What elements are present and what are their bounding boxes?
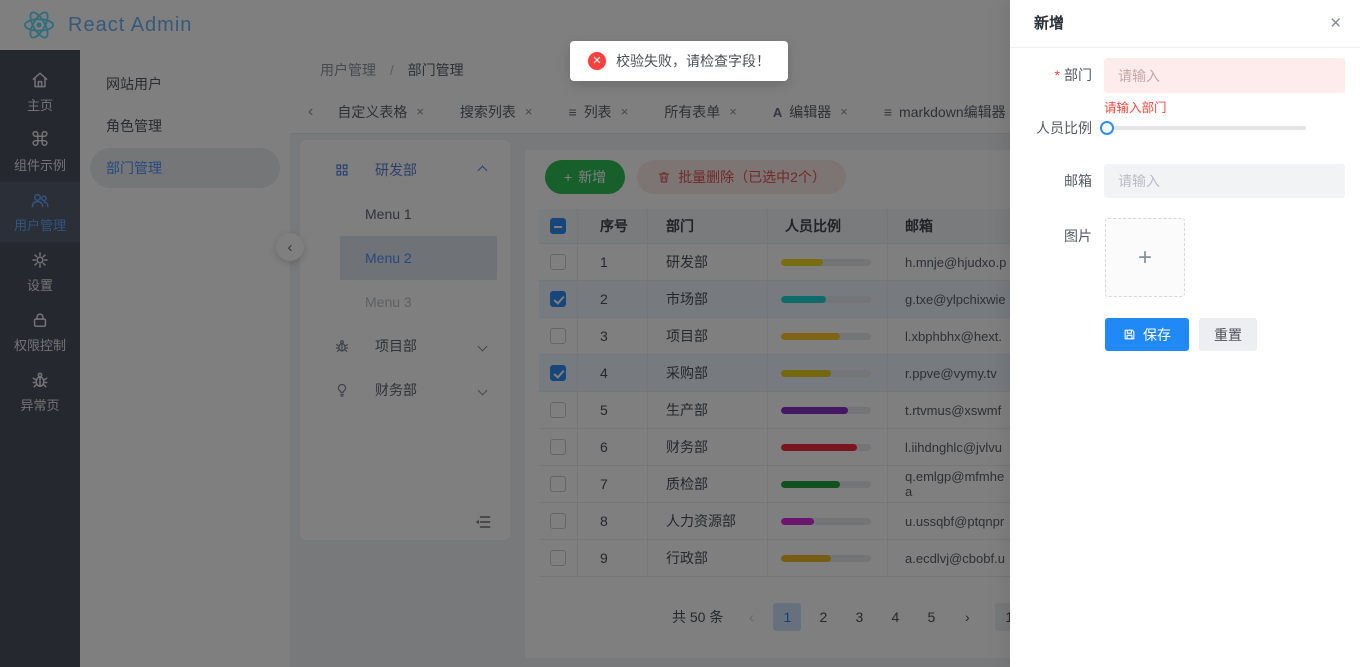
slider-track <box>1104 126 1306 130</box>
ratio-slider[interactable] <box>1104 118 1316 138</box>
dept-field-label: *部门 <box>1010 58 1092 93</box>
email-input[interactable]: 请输入 <box>1104 164 1345 198</box>
image-upload-box[interactable]: + <box>1105 218 1185 297</box>
dept-error-text: 请输入部门 <box>1104 97 1167 116</box>
slider-handle[interactable] <box>1100 121 1114 135</box>
ratio-field-label: 人员比例 <box>1010 118 1092 138</box>
floppy-save-icon <box>1123 328 1136 341</box>
error-circle-icon: ✕ <box>588 52 606 70</box>
dept-input[interactable]: 请输入 <box>1104 58 1345 93</box>
email-input-placeholder: 请输入 <box>1118 171 1160 191</box>
reset-button[interactable]: 重置 <box>1199 318 1257 351</box>
dept-input-placeholder: 请输入 <box>1118 66 1160 86</box>
toast-message: 校验失败，请检查字段！ <box>616 51 770 71</box>
error-toast: ✕ 校验失败，请检查字段！ <box>570 41 788 81</box>
save-button[interactable]: 保存 <box>1105 318 1189 351</box>
new-department-drawer: 新增 ✕ *部门 请输入 请输入部门 人员比例 邮箱 请输入 图片 + 保存 重… <box>1010 0 1360 667</box>
required-asterisk: * <box>1055 67 1060 83</box>
drawer-close-icon[interactable]: ✕ <box>1329 0 1342 48</box>
plus-icon: + <box>1138 244 1152 272</box>
image-field-label: 图片 <box>1010 226 1092 246</box>
email-field-label: 邮箱 <box>1010 164 1092 198</box>
drawer-title: 新增 <box>1010 0 1360 48</box>
